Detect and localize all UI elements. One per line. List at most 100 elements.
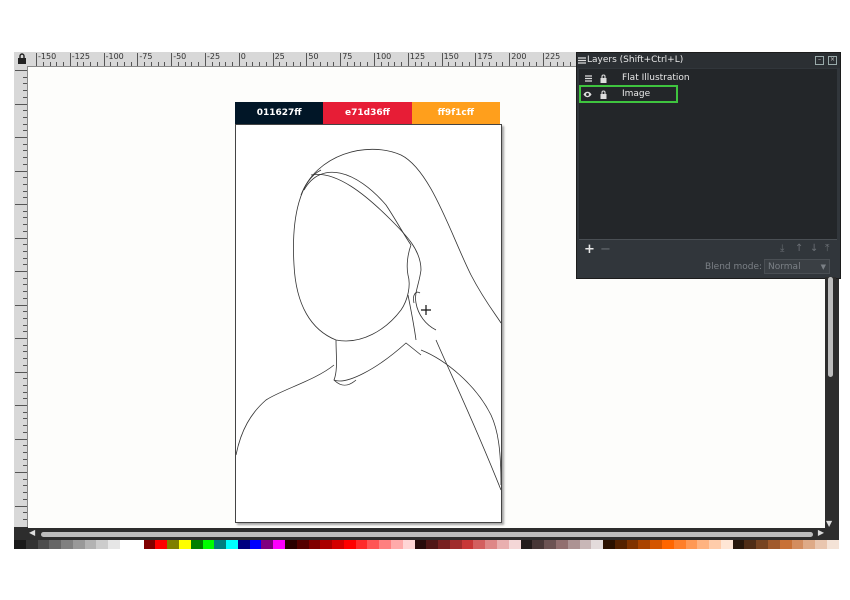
palette-swatch[interactable] [131,540,144,549]
palette-swatch[interactable] [178,540,191,549]
palette-swatch[interactable] [37,540,50,549]
palette-swatch[interactable] [355,540,368,549]
vertical-scroll-thumb[interactable] [828,277,833,377]
palette-swatch[interactable] [438,540,450,549]
horizontal-scroll-thumb[interactable] [41,532,813,537]
palette-swatch[interactable] [449,540,462,549]
palette-swatch[interactable] [779,540,792,549]
palette-swatch[interactable] [673,540,686,549]
palette-swatch[interactable] [791,540,804,549]
palette-swatch[interactable] [720,540,733,549]
lower-layer-icon[interactable]: ↓ [810,243,818,254]
swatch-1[interactable]: 011627ff [235,102,324,124]
palette-swatch[interactable] [284,540,297,549]
palette-swatch[interactable] [332,540,344,549]
palette-swatch[interactable] [555,540,568,549]
palette-swatch[interactable] [697,540,710,549]
lock-icon[interactable] [599,90,608,99]
lock-guides-icon[interactable] [17,53,27,64]
scroll-left-icon[interactable]: ◀ [29,528,35,537]
palette-swatch[interactable] [49,540,62,549]
palette-swatch[interactable] [414,540,427,549]
palette-swatch[interactable] [25,540,38,549]
palette-swatch[interactable] [685,540,698,549]
palette-swatch[interactable] [273,540,285,549]
palette-swatch[interactable] [756,540,768,549]
palette-swatch[interactable] [650,540,662,549]
scroll-down-icon[interactable]: ▼ [826,519,832,528]
palette-swatch[interactable] [826,540,839,549]
layers-panel-header[interactable]: Layers (Shift+Ctrl+L) – × [577,53,840,68]
palette-swatch[interactable] [190,540,203,549]
layer-stack-icon[interactable] [584,74,593,83]
palette-swatch[interactable] [732,540,745,549]
remove-layer-button[interactable]: − [600,242,611,257]
palette-swatch[interactable] [379,540,391,549]
eye-icon[interactable] [583,90,592,99]
palette-swatch[interactable] [638,540,651,549]
palette-swatch[interactable] [14,540,26,549]
palette-swatch[interactable] [343,540,356,549]
palette-swatch[interactable] [544,540,556,549]
palette-swatch[interactable] [108,540,121,549]
palette-swatch[interactable] [320,540,333,549]
palette-swatch[interactable] [614,540,627,549]
blend-mode-select[interactable]: Normal ▼ [764,259,830,274]
palette-swatch[interactable] [567,540,580,549]
palette-swatch[interactable] [367,540,380,549]
palette-swatch[interactable] [402,540,415,549]
layer-row-image[interactable]: Image [579,85,837,103]
palette-swatch[interactable] [815,540,827,549]
palette-swatch[interactable] [261,540,274,549]
palette-swatch[interactable] [61,540,73,549]
add-layer-button[interactable]: + [584,242,595,257]
palette-swatch[interactable] [237,540,250,549]
palette-swatch[interactable] [485,540,498,549]
panel-close-button[interactable]: × [828,56,837,65]
palette-swatch[interactable] [744,540,757,549]
palette-swatch[interactable] [96,540,109,549]
palette-swatch[interactable] [226,540,238,549]
palette-swatch[interactable] [214,540,227,549]
palette-swatch[interactable] [532,540,545,549]
palette-swatch[interactable] [768,540,780,549]
layer-row-flat-illustration[interactable]: Flat Illustration [579,71,837,86]
palette-swatch[interactable] [120,540,132,549]
lock-icon[interactable] [599,74,608,83]
horizontal-scrollbar[interactable]: ◀ ▶ [28,528,825,540]
scroll-right-icon[interactable]: ▶ [818,528,824,537]
palette-swatch[interactable] [84,540,97,549]
palette-swatch[interactable] [508,540,521,549]
palette-swatch[interactable] [661,540,674,549]
move-bottom-icon[interactable]: ⤓ [780,243,784,254]
portrait-line-drawing[interactable] [236,125,501,522]
palette-swatch[interactable] [579,540,592,549]
vertical-scrollbar[interactable]: ▼ [825,277,836,528]
panel-collapse-button[interactable]: – [815,56,824,65]
palette-swatch[interactable] [167,540,179,549]
palette-swatch[interactable] [426,540,439,549]
palette-swatch[interactable] [296,540,309,549]
palette-swatch[interactable] [709,540,721,549]
document-page[interactable] [235,124,502,523]
palette-swatch[interactable] [520,540,533,549]
palette-swatch[interactable] [202,540,215,549]
palette-swatch[interactable] [72,540,85,549]
palette-swatch[interactable] [143,540,156,549]
palette-swatch[interactable] [803,540,816,549]
palette-swatch[interactable] [603,540,615,549]
palette-swatch[interactable] [461,540,474,549]
swatch-2[interactable]: e71d36ff [323,102,412,124]
palette-swatch[interactable] [391,540,403,549]
raise-layer-icon[interactable]: ↑ [795,243,803,254]
palette-swatch[interactable] [473,540,486,549]
swatch-3[interactable]: ff9f1cff [411,102,500,124]
palette-swatch[interactable] [497,540,509,549]
palette-swatch[interactable] [249,540,262,549]
vertical-ruler[interactable] [14,66,28,527]
palette-swatch[interactable] [308,540,321,549]
palette-swatch[interactable] [626,540,639,549]
palette-swatch[interactable] [155,540,168,549]
palette-swatch[interactable] [591,540,604,549]
move-top-icon[interactable]: ⤒ [825,243,829,254]
